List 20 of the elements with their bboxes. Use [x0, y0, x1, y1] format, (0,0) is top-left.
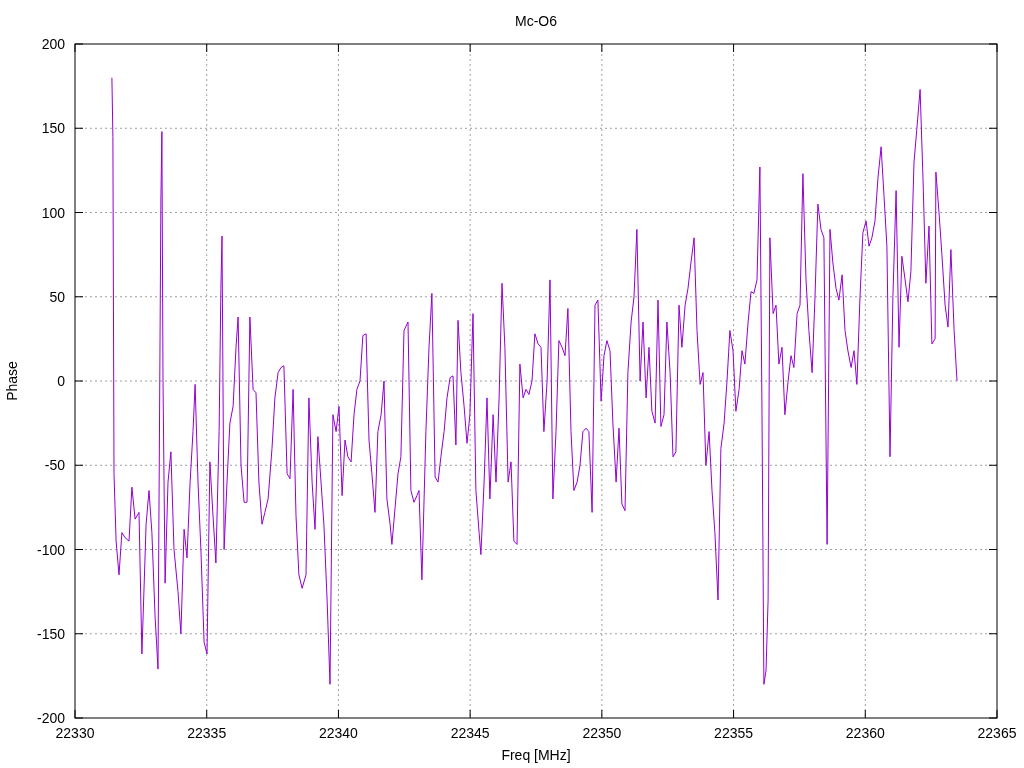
tick-label: -100: [36, 541, 65, 558]
tick-label: 22350: [582, 725, 622, 741]
tick-label: 150: [41, 120, 65, 137]
tick-label: 22340: [318, 725, 358, 741]
tick-label: 22335: [187, 725, 227, 741]
tick-label: 22355: [714, 725, 754, 741]
tick-label: -50: [44, 457, 65, 474]
chart-title: Mc-O6: [515, 13, 557, 29]
tick-label: 22330: [55, 725, 95, 741]
axis-label: Phase: [4, 361, 20, 401]
tick-label: 0: [57, 373, 65, 389]
tick-label: 22345: [450, 725, 490, 741]
tick-label: 50: [49, 288, 65, 305]
tick-label: 22365: [977, 725, 1017, 741]
axis-label: Freq [MHz]: [501, 747, 571, 763]
tick-label: 100: [41, 204, 65, 221]
tick-label: 200: [41, 36, 65, 52]
tick-label: 22360: [845, 725, 885, 741]
tick-label: -150: [36, 625, 65, 642]
tick-label: -200: [36, 710, 65, 726]
